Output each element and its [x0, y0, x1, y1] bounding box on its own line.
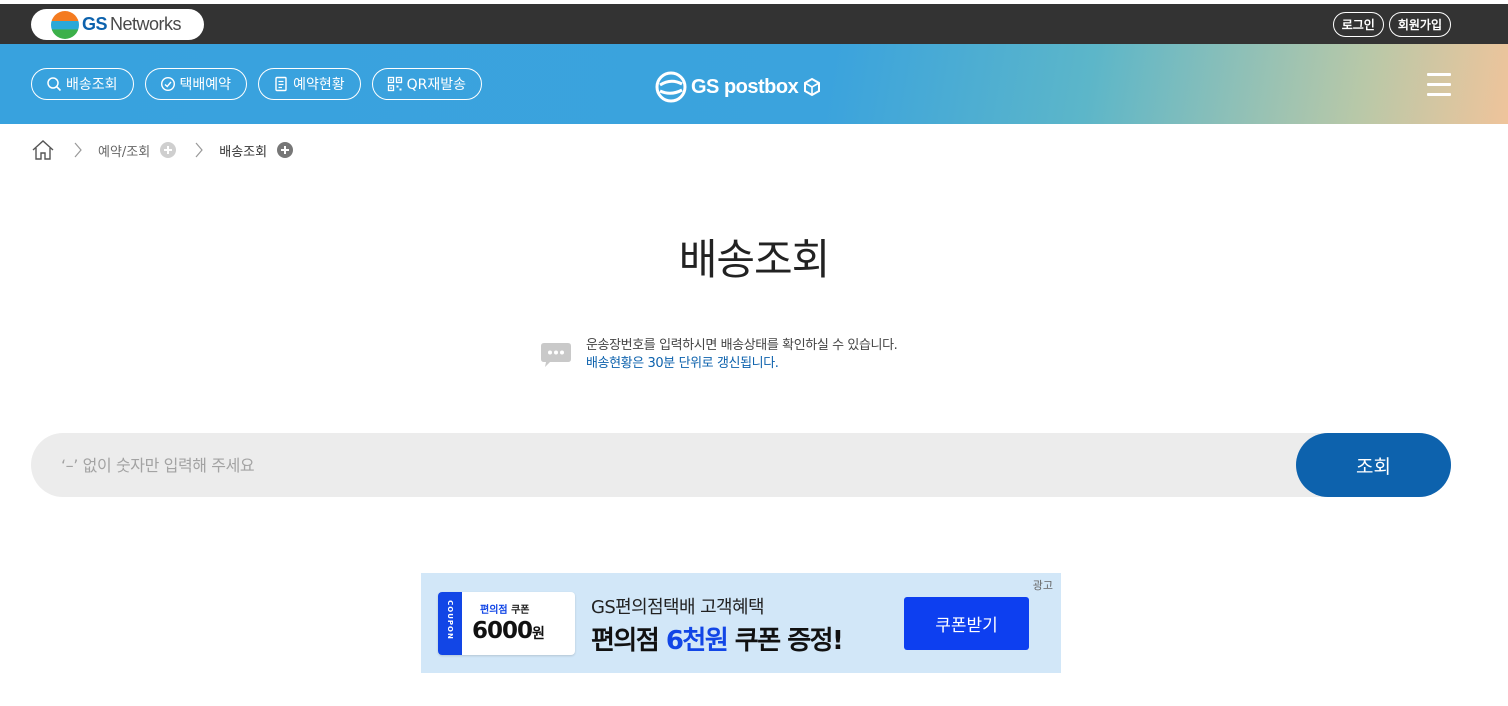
tracking-notice: 운송장번호를 입력하시면 배송상태를 확인하실 수 있습니다. 배송현황은 30…: [540, 337, 898, 373]
nav-delivery-tracking[interactable]: 배송조회: [31, 68, 134, 100]
chevron-right-icon: [195, 142, 204, 158]
home-icon[interactable]: [31, 139, 55, 161]
hamburger-icon[interactable]: [1427, 73, 1451, 96]
search-button[interactable]: 조회: [1296, 433, 1451, 497]
nav-label: 택배예약: [179, 77, 232, 93]
logo-networks-text: Networks: [110, 14, 182, 34]
coupon-graphic: COUPON 편의점 쿠폰 6000원: [438, 592, 575, 655]
gs-logo-icon: [51, 10, 79, 39]
qr-icon: [387, 76, 402, 92]
nav-parcel-reservation[interactable]: 택배예약: [144, 68, 248, 100]
quick-menu: 배송조회 택배예약 예약현황 QR재발송: [31, 68, 482, 100]
top-bar: GS Networks 로그인 회원가입: [0, 0, 1508, 44]
search-icon: [47, 77, 62, 92]
main-navigation: 배송조회 택배예약 예약현황 QR재발송 GS postbox: [0, 44, 1508, 124]
ad-headline-highlight: 6천원: [665, 626, 729, 656]
coupon-title-coupon: 쿠폰: [511, 605, 530, 616]
chevron-right-icon: [74, 142, 82, 158]
tracking-search-bar: 조회: [31, 433, 1451, 497]
signup-button[interactable]: 회원가입: [1388, 12, 1451, 37]
ad-subtitle: GS편의점택배 고객혜택: [591, 597, 765, 618]
box-icon: [804, 77, 821, 97]
page-title: 배송조회: [678, 235, 831, 284]
brand-text: GS postbox: [691, 75, 799, 98]
account-links: 로그인 회원가입: [1332, 12, 1451, 37]
gs-postbox-logo[interactable]: GS postbox: [655, 71, 822, 103]
coupon-side: COUPON: [438, 592, 462, 655]
clock-icon: [160, 76, 175, 92]
nav-reservation-status[interactable]: 예약현황: [258, 68, 361, 100]
logo-gs-text: GS: [82, 14, 108, 34]
document-icon: [275, 76, 287, 92]
ad-banner[interactable]: 광고 COUPON 편의점 쿠폰 6000원 GS편의점택배 고객혜택 편의점 …: [421, 573, 1061, 673]
breadcrumb-item-current[interactable]: 배송조회: [219, 141, 267, 160]
plus-icon[interactable]: [277, 142, 294, 158]
nav-label: QR재발송: [406, 77, 466, 93]
notice-line-1: 운송장번호를 입력하시면 배송상태를 확인하실 수 있습니다.: [586, 338, 898, 353]
breadcrumb: 예약/조회 배송조회: [31, 137, 294, 163]
nav-label: 배송조회: [66, 77, 118, 93]
ad-label: 광고: [1032, 579, 1053, 592]
nav-qr-resend[interactable]: QR재발송: [371, 68, 482, 100]
nav-label: 예약현황: [293, 77, 345, 93]
plus-icon[interactable]: [160, 142, 177, 158]
waybill-number-input[interactable]: [61, 433, 1291, 497]
gs-networks-logo[interactable]: GS Networks: [31, 9, 204, 40]
coupon-amount: 6000원: [472, 618, 545, 644]
speech-bubble-icon: [541, 343, 571, 367]
breadcrumb-item-reservation[interactable]: 예약/조회: [98, 141, 150, 160]
coupon-amount-unit: 원: [532, 626, 545, 642]
gs-swirl-icon: [655, 71, 687, 103]
coupon-title-store: 편의점: [480, 605, 508, 616]
ad-headline: 편의점 6천원 쿠폰 증정!: [591, 620, 844, 657]
get-coupon-button[interactable]: 쿠폰받기: [904, 597, 1029, 650]
ad-headline-post: 쿠폰 증정!: [727, 626, 844, 656]
login-button[interactable]: 로그인: [1332, 12, 1384, 37]
ad-headline-pre: 편의점: [591, 626, 666, 656]
coupon-title: 편의점 쿠폰: [480, 601, 530, 616]
coupon-side-text: COUPON: [445, 600, 454, 640]
coupon-amount-value: 6000: [472, 618, 533, 644]
notice-line-2: 배송현황은 30분 단위로 갱신됩니다.: [586, 356, 779, 371]
